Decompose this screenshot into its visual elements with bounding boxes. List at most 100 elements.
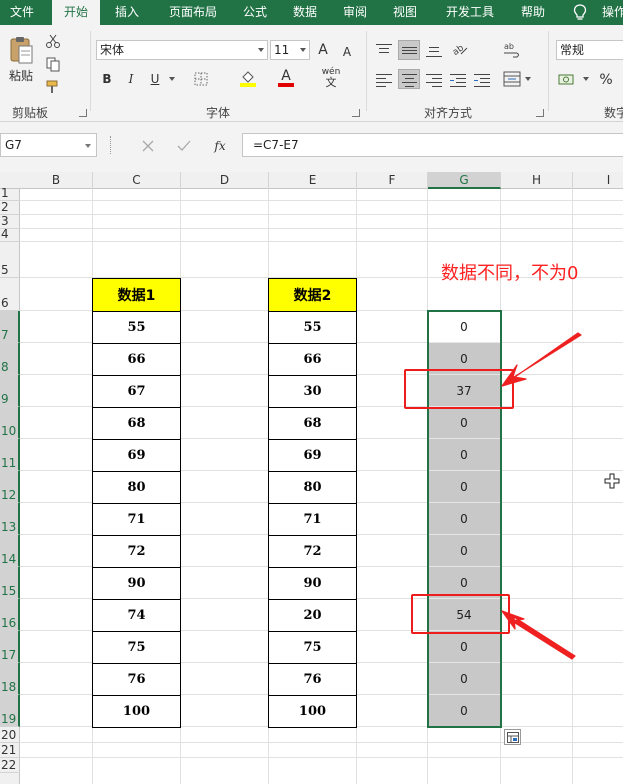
row-header[interactable]: 8: [0, 343, 20, 375]
tab-help[interactable]: 帮助: [510, 0, 556, 25]
data2-cell[interactable]: 20: [268, 599, 357, 632]
confirm-entry-icon[interactable]: [176, 138, 192, 154]
row-header[interactable]: 16: [0, 599, 20, 631]
data1-cell[interactable]: 75: [92, 631, 181, 664]
insert-function-button[interactable]: fx: [210, 136, 230, 156]
chevron-down-icon[interactable]: [168, 74, 176, 84]
tab-page-layout[interactable]: 页面布局: [158, 0, 228, 25]
row-header[interactable]: 12: [0, 471, 20, 503]
row-header[interactable]: 21: [0, 743, 20, 758]
data1-cell[interactable]: 74: [92, 599, 181, 632]
data2-cell[interactable]: 68: [268, 407, 357, 440]
row-header[interactable]: 6: [0, 278, 20, 311]
accounting-format-icon[interactable]: [556, 71, 578, 89]
font-launcher-icon[interactable]: [352, 109, 360, 117]
data1-cell[interactable]: 90: [92, 567, 181, 600]
data2-cell[interactable]: 90: [268, 567, 357, 600]
font-size-combo[interactable]: 11: [270, 40, 310, 60]
column-header-g[interactable]: G: [428, 172, 501, 189]
align-left-icon[interactable]: [376, 73, 392, 87]
align-top-icon[interactable]: [376, 43, 392, 57]
row-header[interactable]: 2: [0, 200, 20, 215]
increase-indent-icon[interactable]: [474, 73, 490, 87]
orientation-icon[interactable]: ab: [450, 39, 470, 59]
paste-icon[interactable]: [6, 33, 36, 67]
splitter-handle[interactable]: [110, 136, 112, 154]
row-header[interactable]: 14: [0, 535, 20, 567]
row-header[interactable]: 9: [0, 375, 20, 407]
data2-cell[interactable]: 72: [268, 535, 357, 568]
data1-cell[interactable]: 76: [92, 663, 181, 696]
bold-button[interactable]: B: [98, 70, 116, 88]
result-cell[interactable]: 0: [428, 535, 500, 567]
wrap-text-icon[interactable]: ab: [502, 40, 522, 60]
row-header[interactable]: 5: [0, 242, 20, 278]
column-header-h[interactable]: H: [501, 172, 573, 189]
number-format-combo[interactable]: 常规: [556, 40, 623, 60]
grow-font-button[interactable]: A: [314, 41, 332, 59]
lightbulb-icon[interactable]: [573, 4, 587, 21]
data2-cell[interactable]: 80: [268, 471, 357, 504]
tab-insert[interactable]: 插入: [104, 0, 150, 25]
result-cell[interactable]: 0: [428, 439, 500, 471]
column-header-b[interactable]: B: [20, 172, 93, 189]
cancel-entry-icon[interactable]: [140, 138, 156, 154]
tab-formulas[interactable]: 公式: [232, 0, 278, 25]
column-header-i[interactable]: I: [573, 172, 623, 189]
fill-color-icon[interactable]: [238, 68, 258, 88]
result-cell[interactable]: 0: [428, 663, 500, 695]
font-name-combo[interactable]: 宋体: [96, 40, 268, 60]
alignment-launcher-icon[interactable]: [536, 109, 544, 117]
row-header[interactable]: 4: [0, 227, 20, 242]
data2-cell[interactable]: 55: [268, 311, 357, 344]
row-header[interactable]: 15: [0, 567, 20, 599]
cut-icon[interactable]: [44, 33, 62, 49]
data2-cell[interactable]: 71: [268, 503, 357, 536]
data1-cell[interactable]: 69: [92, 439, 181, 472]
align-middle-icon[interactable]: [398, 40, 420, 60]
decrease-indent-icon[interactable]: [450, 73, 466, 87]
data1-cell[interactable]: 100: [92, 695, 181, 728]
shrink-font-button[interactable]: A: [338, 43, 356, 61]
result-cell[interactable]: 0: [428, 407, 500, 439]
result-cell[interactable]: 0: [428, 471, 500, 503]
tab-tell-me[interactable]: 操作: [594, 0, 623, 25]
data1-cell[interactable]: 80: [92, 471, 181, 504]
merge-center-icon[interactable]: [502, 69, 522, 89]
data1-cell[interactable]: 71: [92, 503, 181, 536]
format-painter-icon[interactable]: [44, 79, 62, 95]
formula-input[interactable]: =C7-E7: [242, 133, 623, 157]
data2-cell[interactable]: 66: [268, 343, 357, 376]
row-header[interactable]: 22: [0, 758, 20, 773]
paste-button[interactable]: 粘贴: [4, 67, 38, 83]
data1-cell[interactable]: 72: [92, 535, 181, 568]
result-cell[interactable]: 0: [428, 503, 500, 535]
italic-button[interactable]: I: [122, 70, 140, 88]
row-header[interactable]: 20: [0, 727, 20, 743]
align-bottom-icon[interactable]: [426, 43, 442, 57]
row-header[interactable]: 10: [0, 407, 20, 439]
row-header[interactable]: 7: [0, 311, 20, 343]
data1-cell[interactable]: 68: [92, 407, 181, 440]
data2-header[interactable]: 数据2: [268, 278, 357, 312]
quick-analysis-icon[interactable]: [504, 729, 521, 745]
column-header-d[interactable]: D: [181, 172, 269, 189]
row-header[interactable]: 18: [0, 663, 20, 695]
data2-cell[interactable]: 30: [268, 375, 357, 408]
column-header-c[interactable]: C: [93, 172, 181, 189]
row-header[interactable]: 11: [0, 439, 20, 471]
data2-cell[interactable]: 76: [268, 663, 357, 696]
tab-developer[interactable]: 开发工具: [432, 0, 508, 25]
tab-data[interactable]: 数据: [282, 0, 328, 25]
worksheet-grid[interactable]: 数据1 55 66 67 68 69 80 71 72 90 74 75 76 …: [20, 189, 623, 784]
align-right-icon[interactable]: [426, 73, 442, 87]
data1-header[interactable]: 数据1: [92, 278, 181, 312]
clipboard-launcher-icon[interactable]: [79, 109, 87, 117]
underline-button[interactable]: U: [146, 70, 164, 88]
chevron-down-icon[interactable]: [582, 74, 590, 84]
borders-icon[interactable]: [192, 70, 210, 88]
tab-home[interactable]: 开始: [52, 0, 100, 26]
row-header[interactable]: 13: [0, 503, 20, 535]
tab-file[interactable]: 文件: [0, 0, 44, 25]
tab-review[interactable]: 审阅: [332, 0, 378, 25]
